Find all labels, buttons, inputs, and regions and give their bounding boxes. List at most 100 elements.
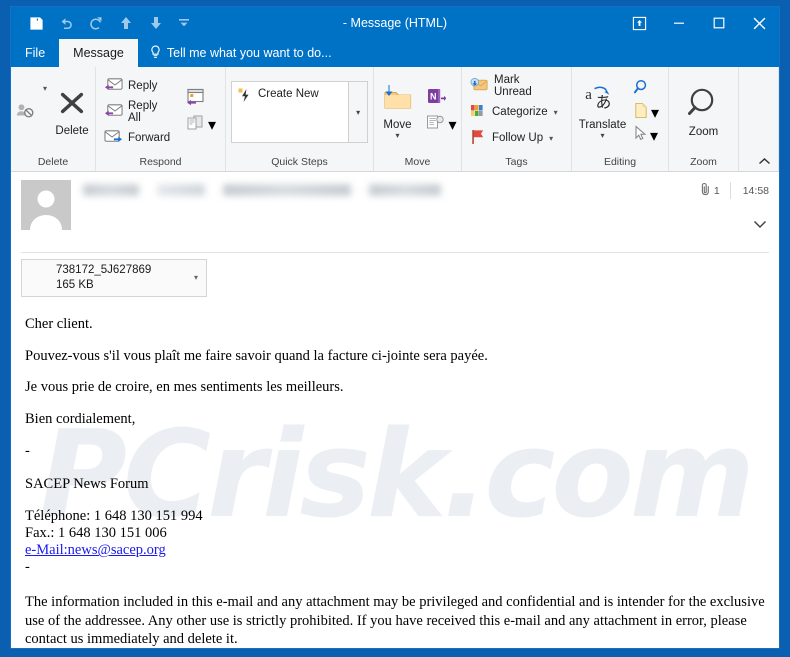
translate-caret-icon[interactable]: ▾: [600, 132, 604, 140]
forward-label: Forward: [128, 132, 171, 144]
message-body: PCrisk.com Cher client. Pouvez-vous s'il…: [11, 303, 779, 648]
body-closing: Bien cordialement,: [25, 410, 136, 427]
ribbon-group-delete: ▾ Delete Delete: [11, 67, 96, 171]
minimize-button[interactable]: [659, 7, 699, 39]
ribbon-group-tags: Mark Unread Categorize ▾ Follow Up ▾ Tag…: [462, 67, 572, 171]
categorize-caret-icon[interactable]: ▾: [554, 108, 558, 117]
expand-header-chevron-icon[interactable]: [753, 216, 767, 234]
move-label: Move: [383, 119, 412, 131]
sender-name-redacted-2: [157, 184, 205, 196]
reply-all-button[interactable]: Reply All: [101, 100, 178, 125]
tab-file[interactable]: File: [11, 39, 59, 67]
signature-contact: Téléphone: 1 648 130 151 994 Fax.: 1 648…: [25, 508, 765, 576]
signature-email-link[interactable]: e-Mail:news@sacep.org: [25, 542, 166, 558]
lightbulb-icon: [150, 45, 161, 62]
reply-all-label: Reply All: [128, 100, 158, 124]
body-greeting: Cher client.: [25, 316, 93, 332]
redo-icon[interactable]: [81, 10, 111, 36]
more-respond-caret-icon[interactable]: ▾: [208, 115, 216, 135]
ribbon-filler: [739, 67, 779, 171]
maximize-button[interactable]: [699, 7, 739, 39]
customize-qat-icon[interactable]: [171, 10, 197, 36]
sender-address-redacted: [223, 184, 351, 196]
recipient-redacted: [369, 184, 441, 196]
attachment-bar: 738172_5J627869 165 KB ▾: [21, 252, 769, 303]
move-caret-icon[interactable]: ▾: [395, 132, 399, 140]
svg-text:あ: あ: [596, 92, 612, 111]
translate-icon: a あ: [584, 84, 620, 117]
more-respond-button[interactable]: ▾: [186, 114, 216, 137]
title-bar: - Message (HTML): [11, 7, 779, 39]
related-button[interactable]: ▾: [633, 102, 659, 124]
svg-text:N: N: [430, 91, 437, 101]
select-caret-icon[interactable]: ▾: [650, 126, 658, 146]
signature-block: -: [25, 443, 765, 460]
message-time: 14:58: [742, 184, 769, 197]
paperclip-icon: [701, 182, 711, 199]
sender-line-redacted: [83, 180, 769, 196]
related-caret-icon[interactable]: ▾: [651, 103, 659, 123]
reply-all-icon: [104, 103, 123, 122]
attachment-item[interactable]: 738172_5J627869 165 KB ▾: [21, 259, 207, 297]
ignore-button[interactable]: [11, 99, 41, 126]
tell-me-search[interactable]: Tell me what you want to do...: [138, 39, 344, 67]
tell-me-label: Tell me what you want to do...: [166, 46, 332, 60]
delete-x-icon: [57, 88, 87, 123]
ribbon-group-label-move: Move: [404, 155, 431, 168]
quick-steps-dropdown-icon[interactable]: ▾: [349, 81, 368, 143]
quick-step-create-new[interactable]: Create New: [231, 81, 350, 143]
close-button[interactable]: [739, 7, 779, 39]
translate-label: Translate: [578, 119, 627, 131]
categorize-label: Categorize: [492, 106, 548, 118]
rules-icon: [426, 114, 446, 137]
signature-company: SACEP News Forum: [25, 475, 149, 492]
more-respond-icon: [186, 114, 206, 137]
select-cursor-icon: [633, 125, 648, 146]
save-icon[interactable]: [21, 10, 51, 36]
next-item-icon[interactable]: [141, 10, 171, 36]
undo-icon[interactable]: [51, 10, 81, 36]
reply-icon: [104, 77, 123, 96]
body-paragraph-2: Je vous prie de croire, en mes sentiment…: [25, 379, 344, 395]
attachment-size: 165 KB: [56, 279, 94, 291]
create-new-lightning-icon: [238, 88, 252, 106]
categorize-icon: [470, 103, 487, 121]
onenote-icon: N: [426, 88, 447, 111]
quick-access-toolbar: [11, 10, 197, 36]
find-button[interactable]: [633, 78, 659, 101]
onenote-button[interactable]: N: [426, 88, 456, 111]
follow-up-caret-icon[interactable]: ▾: [549, 134, 553, 143]
ribbon-group-label-delete: Delete: [37, 155, 69, 168]
delete-button[interactable]: Delete: [49, 85, 95, 140]
forward-icon: [104, 129, 123, 148]
follow-up-button[interactable]: Follow Up ▾: [467, 126, 566, 151]
signature-phone: Téléphone: 1 648 130 151 994: [25, 508, 203, 525]
ribbon-group-respond: Reply Reply All Forward ▾ Respond: [96, 67, 226, 171]
zoom-label: Zoom: [688, 125, 719, 138]
categorize-button[interactable]: Categorize ▾: [467, 100, 566, 125]
select-button[interactable]: ▾: [633, 125, 659, 146]
ribbon-display-options-icon[interactable]: [619, 7, 659, 39]
previous-item-icon[interactable]: [111, 10, 141, 36]
zoom-magnifier-icon: [687, 87, 721, 124]
tab-message[interactable]: Message: [59, 39, 138, 67]
ignore-caret-icon[interactable]: ▾: [43, 84, 47, 93]
attachment-name: 738172_5J627869: [56, 264, 152, 276]
signature-dash-top: -: [25, 443, 30, 459]
mark-unread-button[interactable]: Mark Unread: [467, 74, 566, 99]
meeting-button[interactable]: [186, 88, 216, 111]
follow-up-flag-icon: [470, 129, 487, 148]
reply-button[interactable]: Reply: [101, 74, 178, 99]
ribbon-group-label-respond: Respond: [139, 155, 182, 168]
meeting-calendar-icon: [186, 88, 206, 111]
zoom-button[interactable]: Zoom: [679, 84, 729, 141]
collapse-ribbon-icon[interactable]: [758, 157, 771, 169]
rules-button[interactable]: ▾: [426, 114, 457, 137]
rules-caret-icon[interactable]: ▾: [448, 115, 456, 135]
outlook-message-window: - Message (HTML) File Message Tell me wh…: [10, 6, 780, 649]
move-button[interactable]: Move ▾: [374, 81, 420, 143]
attachment-dropdown-icon[interactable]: ▾: [194, 273, 198, 282]
translate-button[interactable]: a あ Translate ▾: [577, 81, 628, 143]
forward-button[interactable]: Forward: [101, 126, 178, 151]
reply-label: Reply: [128, 80, 158, 92]
